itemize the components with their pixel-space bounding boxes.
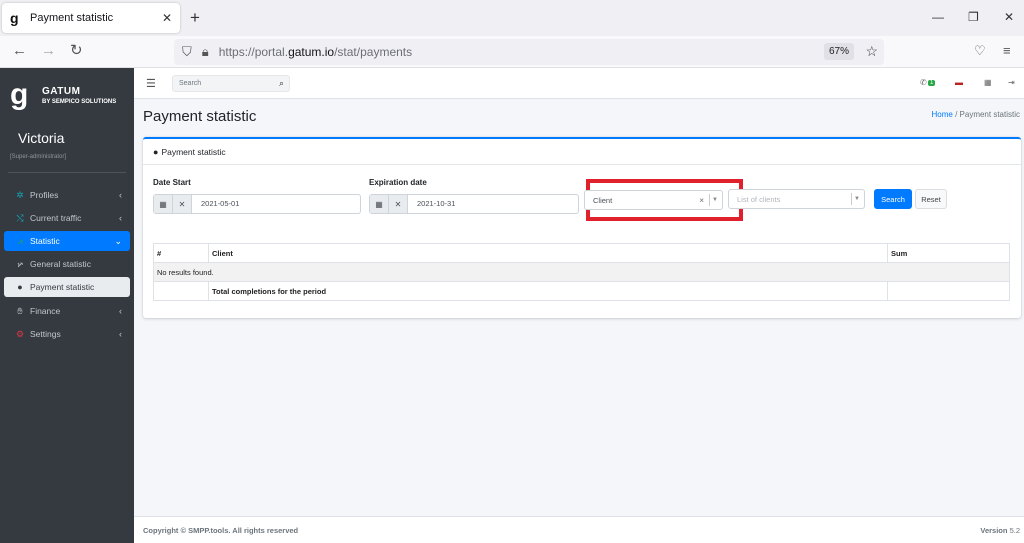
restore-icon[interactable]: ❐ (968, 10, 979, 24)
version-text: Version 5.2 (980, 526, 1020, 535)
user-role: [Super-administrator] (10, 154, 67, 160)
results-table: # Client Sum No results found. Total com… (153, 243, 1010, 301)
calendar-icon[interactable]: ▦ (370, 195, 389, 213)
sidebar-item-profiles[interactable]: ✲ Profiles ‹ (4, 185, 130, 205)
footer: Copyright © SMPP.tools. All rights reser… (134, 516, 1024, 543)
expiration-date-label: Expiration date (369, 178, 427, 187)
traffic-icon: ⤭ (16, 212, 24, 223)
search-icon[interactable]: ⌕ (279, 78, 284, 89)
bookmark-star-icon[interactable]: ☆ (865, 43, 878, 60)
url-bar[interactable]: ⛉ 🔒︎ https://portal.gatum.io/stat/paymen… (174, 39, 884, 65)
phone-icon[interactable]: ✆ (920, 78, 927, 87)
sidebar: g GATUM BY SEMPICO SOLUTIONS Victoria [S… (0, 68, 134, 543)
shield-icon[interactable]: ⛉ (182, 44, 192, 60)
sidebar-item-settings[interactable]: ⚙ Settings ‹ (4, 324, 130, 344)
sidebar-item-general-statistic[interactable]: ⦬ General statistic (4, 254, 130, 274)
page-title: Payment statistic (143, 108, 257, 125)
area-chart-icon: ⦬ (17, 258, 23, 269)
url-text[interactable]: https://portal.gatum.io/stat/payments (219, 45, 412, 59)
logout-icon[interactable]: ⇥ (1008, 78, 1015, 87)
sidebar-item-current-traffic[interactable]: ⤭ Current traffic ‹ (4, 208, 130, 228)
sidebar-divider (8, 172, 126, 173)
chevron-down-icon: ⌄ (114, 235, 122, 246)
total-label: Total completions for the period (208, 281, 888, 301)
table-header-row: # Client Sum (153, 243, 1010, 263)
gatum-favicon-icon: g (10, 10, 19, 26)
flag-us-icon[interactable]: ▬ (955, 78, 963, 87)
col-header-sum[interactable]: Sum (887, 243, 1010, 263)
caret-down-icon[interactable]: ▼ (712, 197, 718, 203)
back-icon[interactable]: ← (12, 43, 27, 59)
table-row: No results found. (153, 262, 1010, 282)
date-start-value[interactable]: 2021-05-01 (192, 195, 239, 213)
network-icon: ✲ (16, 189, 24, 200)
card-header: ● Payment statistic (143, 139, 1021, 165)
brand-name: GATUM (42, 86, 81, 97)
chevron-left-icon: ‹ (119, 329, 122, 339)
table-row: Total completions for the period (153, 281, 1010, 301)
date-start-label: Date Start (153, 178, 191, 187)
top-navbar: ☰ Search ⌕ ✆ 1 ▬ ▦ ⇥ (134, 68, 1024, 99)
client-type-select[interactable]: Client × ▼ (584, 190, 723, 210)
menu-icon[interactable]: ≡ (1003, 43, 1011, 59)
clear-x-icon[interactable]: ✕ (173, 195, 192, 213)
brand-logo[interactable]: g GATUM BY SEMPICO SOLUTIONS (10, 80, 116, 114)
caret-down-icon[interactable]: ▼ (854, 196, 860, 202)
col-header-number[interactable]: # (153, 243, 209, 263)
gatum-logo-icon: g (10, 78, 29, 111)
reset-button[interactable]: Reset (915, 189, 947, 209)
user-name[interactable]: Victoria (18, 130, 64, 146)
date-start-field[interactable]: ▦ ✕ 2021-05-01 (153, 194, 361, 214)
clear-x-icon[interactable]: × (699, 196, 704, 205)
tab-title: Payment statistic (30, 12, 114, 24)
breadcrumb-current: Payment statistic (959, 110, 1020, 119)
expiration-date-field[interactable]: ▦ ✕ 2021-10-31 (369, 194, 579, 214)
clear-x-icon[interactable]: ✕ (389, 195, 408, 213)
chart-icon: ⩘ (17, 235, 23, 246)
clients-list-select[interactable]: List of clients ▼ (728, 189, 865, 209)
chevron-left-icon: ‹ (119, 190, 122, 200)
browser-tab[interactable]: g Payment statistic ✕ (2, 3, 180, 33)
forward-icon[interactable]: → (41, 43, 56, 59)
money-bag-icon: ● (17, 282, 23, 292)
hand-coin-icon: ✋︎ (17, 305, 23, 316)
sidebar-item-finance[interactable]: ✋︎ Finance ‹ (4, 301, 130, 321)
brand-subtitle: BY SEMPICO SOLUTIONS (42, 99, 117, 105)
minimize-icon[interactable]: — (932, 10, 944, 24)
copyright-text: Copyright © SMPP.tools. All rights reser… (143, 526, 299, 535)
browser-nav-bar: ← → ↻ ⛉ 🔒︎ https://portal.gatum.io/stat/… (0, 36, 1024, 68)
tab-close-icon[interactable]: ✕ (162, 11, 172, 25)
col-header-client[interactable]: Client (208, 243, 888, 263)
empty-message: No results found. (153, 262, 1010, 282)
reload-icon[interactable]: ↻ (70, 43, 83, 59)
gears-icon: ⚙ (15, 328, 25, 339)
pocket-icon[interactable]: ♡ (974, 43, 986, 59)
new-tab-icon[interactable]: + (190, 9, 200, 27)
notification-badge: 1 (928, 80, 936, 86)
search-button[interactable]: Search (874, 189, 912, 209)
chevron-left-icon: ‹ (119, 306, 122, 316)
money-bag-icon: ● (153, 146, 159, 157)
zoom-level[interactable]: 67% (823, 43, 854, 60)
calendar-icon[interactable]: ▦ (154, 195, 173, 213)
sidebar-item-payment-statistic[interactable]: ● Payment statistic (4, 277, 130, 297)
search-input[interactable]: Search ⌕ (172, 75, 290, 92)
browser-tab-bar: g Payment statistic ✕ + — ❐ ✕ (0, 0, 1024, 36)
main-content: ☰ Search ⌕ ✆ 1 ▬ ▦ ⇥ Payment statistic H… (134, 68, 1024, 543)
chevron-left-icon: ‹ (119, 213, 122, 223)
breadcrumb-home-link[interactable]: Home (931, 110, 952, 119)
payment-statistic-card: ● Payment statistic Date Start ▦ ✕ 2021-… (143, 137, 1021, 318)
breadcrumb: Home / Payment statistic (931, 110, 1020, 119)
apps-grid-icon[interactable]: ▦ (984, 78, 992, 87)
expiration-date-value[interactable]: 2021-10-31 (408, 195, 455, 213)
hamburger-icon[interactable]: ☰ (146, 77, 156, 90)
sidebar-item-statistic[interactable]: ⩘ Statistic ⌄ (4, 231, 130, 251)
lock-icon[interactable]: 🔒︎ (202, 44, 209, 60)
window-close-icon[interactable]: ✕ (1004, 10, 1014, 24)
